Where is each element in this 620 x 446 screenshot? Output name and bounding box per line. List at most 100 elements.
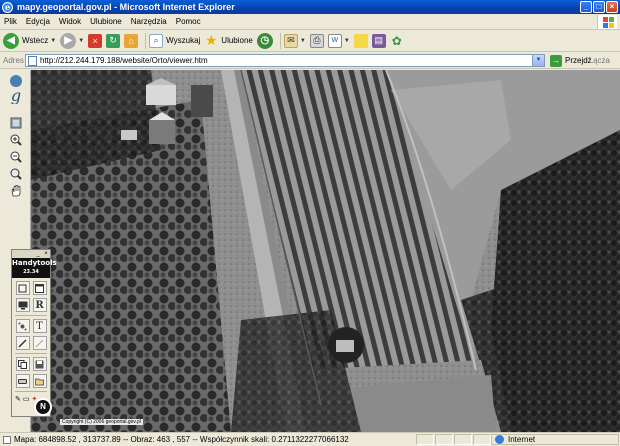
zoom-previous-icon — [10, 168, 22, 180]
mail-icon: ✉ — [283, 33, 298, 48]
address-field[interactable]: ▼ — [25, 54, 545, 67]
open-folder-button[interactable] — [32, 374, 47, 388]
messenger-button[interactable]: ✿ — [390, 32, 404, 50]
zoom-previous-button[interactable] — [9, 167, 23, 181]
status-bar: Mapa: 684898.52 , 313737.89 -- Obraz: 46… — [0, 432, 620, 446]
forward-button[interactable]: ▶ ▼ — [60, 32, 84, 50]
maximize-button[interactable]: □ — [593, 1, 605, 13]
status-pane — [435, 434, 453, 445]
eraser-button[interactable] — [15, 374, 30, 388]
window-controls: _ □ × — [580, 1, 618, 13]
close-button[interactable]: × — [606, 1, 618, 13]
points-icon — [18, 322, 27, 330]
address-bar: Adres ▼ → Przejdź Łącza — [0, 53, 620, 69]
menu-plik[interactable]: Plik — [4, 17, 17, 26]
copyright-text: Copyright (C) 2006 geoportal.gov.pl — [60, 419, 143, 425]
chevron-down-icon[interactable]: ▼ — [78, 38, 84, 44]
north-label: N — [40, 402, 46, 411]
security-zone[interactable]: Internet — [491, 434, 619, 445]
history-icon: ◷ — [256, 32, 273, 49]
full-extent-button[interactable] — [9, 116, 23, 130]
refresh-button[interactable]: ↻ — [106, 32, 121, 50]
menu-bar: Plik Edycja Widok Ulubione Narzędzia Pom… — [0, 14, 620, 30]
menu-edycja[interactable]: Edycja — [26, 17, 50, 26]
print-button[interactable]: ⎙ — [309, 32, 324, 50]
links-button[interactable]: Łącza — [589, 56, 610, 65]
go-button[interactable]: → Przejdź — [550, 54, 592, 67]
search-label: Wyszukaj — [166, 36, 201, 45]
handytools-logo: Handytools 23.34 — [12, 258, 57, 278]
zoom-out-button[interactable] — [9, 150, 23, 164]
zoom-in-button[interactable] — [9, 133, 23, 147]
toolbar-divider — [279, 32, 281, 49]
search-button[interactable]: ⌕ Wyszukaj — [149, 32, 200, 50]
menu-pomoc[interactable]: Pomoc — [176, 17, 201, 26]
panel-close-button[interactable]: × — [43, 251, 49, 257]
panel-minimize-button[interactable]: _ — [35, 251, 41, 257]
full-extent-icon — [10, 117, 22, 129]
text-button[interactable]: T — [32, 319, 47, 333]
report-button[interactable]: R — [32, 298, 47, 312]
research-button[interactable]: ▤ — [371, 32, 386, 50]
panel-divider — [15, 353, 47, 354]
line-button[interactable] — [32, 336, 47, 350]
save-button[interactable] — [32, 357, 47, 371]
back-label: Wstecz — [22, 36, 49, 45]
panel-titlebar[interactable]: _ × — [12, 250, 50, 258]
chevron-down-icon[interactable]: ▼ — [300, 38, 306, 44]
favorites-button[interactable]: ★ Ulubione — [204, 32, 253, 50]
monitor-icon — [18, 301, 27, 309]
zoom-in-icon — [10, 134, 22, 146]
panel-row: T — [14, 319, 48, 333]
panel-row — [14, 357, 48, 371]
globe-icon — [495, 435, 504, 444]
title-bar[interactable]: e mapy.geoportal.gov.pl - Microsoft Inte… — [0, 0, 620, 14]
url-input[interactable] — [40, 56, 530, 65]
monitor-button[interactable] — [15, 298, 30, 312]
panel-row — [14, 281, 48, 295]
point-button[interactable] — [15, 319, 30, 333]
wrench-icon[interactable]: ✎ — [15, 395, 21, 403]
aerial-orthophoto[interactable] — [31, 70, 620, 432]
text-t-icon: T — [36, 320, 43, 332]
menu-ulubione[interactable]: Ulubione — [90, 17, 122, 26]
history-button[interactable]: ◷ — [256, 32, 273, 50]
back-button[interactable]: ◀ Wstecz ▼ — [3, 32, 56, 50]
zoom-out-icon — [10, 151, 22, 163]
menu-narzedzia[interactable]: Narzędzia — [131, 17, 167, 26]
map-viewport[interactable]: g _ × Handytools 23.34 R T ✎ ▭ ✦ N Copyr… — [0, 70, 620, 432]
stop-icon: × — [88, 33, 103, 48]
home-icon: ⌂ — [124, 33, 139, 48]
research-icon: ▤ — [371, 33, 386, 48]
chevron-down-icon[interactable]: ▼ — [532, 55, 544, 66]
chevron-down-icon[interactable]: ▼ — [344, 38, 350, 44]
stop-button[interactable]: × — [88, 32, 103, 50]
mail-button[interactable]: ✉ ▼ — [283, 32, 306, 50]
star-icon: ★ — [205, 32, 218, 48]
copy-button[interactable] — [15, 357, 30, 371]
window-small-icon[interactable]: ▭ — [23, 395, 30, 403]
discuss-button[interactable] — [353, 32, 368, 50]
hand-pan-icon — [11, 185, 21, 197]
rectangle-icon — [18, 284, 27, 292]
browser-window: e mapy.geoportal.gov.pl - Microsoft Inte… — [0, 0, 620, 446]
menu-widok[interactable]: Widok — [59, 17, 81, 26]
favorites-label: Ulubione — [221, 36, 253, 45]
floppy-icon — [35, 360, 44, 368]
handytools-panel[interactable]: _ × Handytools 23.34 R T ✎ ▭ ✦ — [11, 249, 57, 417]
pan-button[interactable] — [9, 184, 23, 198]
panel-row — [14, 374, 48, 388]
page-status-icon — [3, 436, 11, 444]
messenger-icon: ✿ — [391, 33, 402, 48]
minimize-button[interactable]: _ — [580, 1, 592, 13]
folder-open-icon — [35, 378, 44, 385]
geoportal-logo-icon: g — [10, 75, 22, 104]
north-arrow-icon: N — [34, 398, 52, 416]
handytools-logo-text: Handytools — [12, 259, 57, 267]
pen-button[interactable] — [15, 336, 30, 350]
window-button[interactable] — [32, 281, 47, 295]
home-button[interactable]: ⌂ — [124, 32, 139, 50]
select-rectangle-button[interactable] — [15, 281, 30, 295]
edit-button[interactable]: W ▼ — [327, 32, 350, 50]
chevron-down-icon[interactable]: ▼ — [50, 38, 56, 44]
